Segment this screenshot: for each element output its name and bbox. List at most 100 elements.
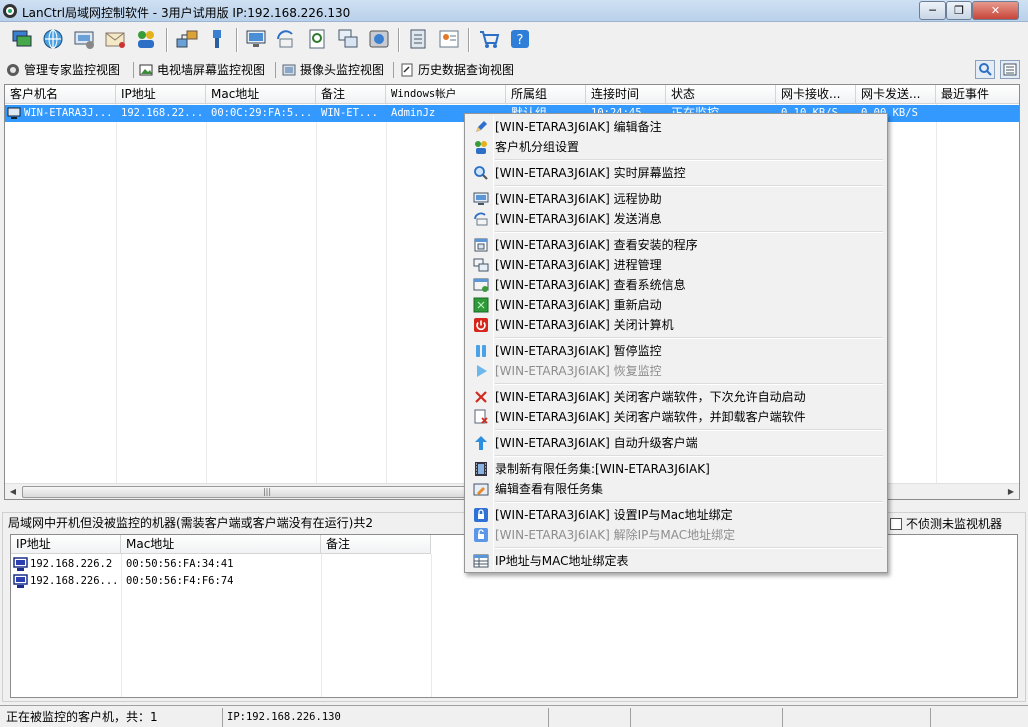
window-title: LanCtrl局域网控制软件 - 3用户试用版 IP:192.168.226.1… xyxy=(22,6,351,20)
monitor-icon[interactable] xyxy=(244,27,268,51)
tab-history-view[interactable]: 历史数据查询视图 xyxy=(398,60,514,80)
close-x-icon xyxy=(475,391,487,403)
table-icon xyxy=(473,554,489,568)
menu-item-live-screen[interactable]: [WIN-ETARA3J6IAK] 实时屏幕监控 xyxy=(467,163,885,183)
menu-item-group-settings[interactable]: 客户机分组设置 xyxy=(467,137,885,157)
user-card-icon[interactable] xyxy=(437,27,461,51)
search-button[interactable] xyxy=(975,60,995,79)
column-header[interactable]: 网卡发送... xyxy=(856,85,936,104)
column-header[interactable]: Windows帐户 xyxy=(386,85,506,104)
tab-tv-wall-view[interactable]: 电视墙屏幕监控视图 xyxy=(137,60,265,80)
menu-item-binding-table[interactable]: IP地址与MAC地址绑定表 xyxy=(467,551,885,571)
magnifier-icon xyxy=(474,166,488,180)
no-detect-checkbox[interactable]: 不侦测未监视机器 xyxy=(890,515,1003,532)
checkbox-icon[interactable] xyxy=(890,518,902,530)
tab-expert-view[interactable]: 管理专家监控视图 xyxy=(4,60,120,80)
app-logo-icon xyxy=(3,4,17,18)
server-list-icon[interactable] xyxy=(406,27,430,51)
list-item[interactable]: 192.168.226... 00:50:56:F4:F6:74 xyxy=(11,573,1017,590)
computers-icon[interactable] xyxy=(10,27,34,51)
column-header[interactable]: 连接时间 xyxy=(586,85,666,104)
power-icon xyxy=(474,318,488,332)
tab-label: 电视墙屏幕监控视图 xyxy=(157,63,266,77)
tab-label: 摄像头监控视图 xyxy=(300,63,385,77)
tab-label: 管理专家监控视图 xyxy=(24,63,121,77)
group-title: 局域网中开机但没被监控的机器(需装客户端或客户端没有在运行)共2 xyxy=(6,514,376,531)
system-info-icon xyxy=(473,278,489,292)
minimize-button[interactable]: ─ xyxy=(919,1,946,20)
help-icon[interactable]: ? xyxy=(508,27,532,51)
menu-item-send-message[interactable]: [WIN-ETARA3J6IAK] 发送消息 xyxy=(467,209,885,229)
menu-item-edit-tasks[interactable]: 编辑查看有限任务集 xyxy=(467,479,885,499)
menu-item-edit-note[interactable]: [WIN-ETARA3J6IAK] 编辑备注 xyxy=(467,117,885,137)
scroll-thumb[interactable]: ||| xyxy=(22,486,512,498)
menu-item-remote-assist[interactable]: [WIN-ETARA3J6IAK] 远程协助 xyxy=(467,189,885,209)
upgrade-icon xyxy=(475,436,487,450)
group-icon xyxy=(475,141,487,154)
remote-computer-icon[interactable] xyxy=(72,27,96,51)
disk-icon[interactable] xyxy=(367,27,391,51)
programs-icon xyxy=(474,238,488,252)
menu-item-shutdown[interactable]: [WIN-ETARA3J6IAK] 关闭计算机 xyxy=(467,315,885,335)
unlock-icon xyxy=(474,528,488,542)
menu-item-upgrade-client[interactable]: [WIN-ETARA3J6IAK] 自动升级客户端 xyxy=(467,433,885,453)
lock-icon xyxy=(474,508,488,522)
scroll-left-icon[interactable]: ◀ xyxy=(5,484,21,499)
column-header[interactable]: IP地址 xyxy=(116,85,206,104)
menu-item-pause-monitor[interactable]: [WIN-ETARA3J6IAK] 暂停监控 xyxy=(467,341,885,361)
mail-icon[interactable] xyxy=(103,27,127,51)
network-icon[interactable] xyxy=(175,27,199,51)
close-button[interactable]: ✕ xyxy=(972,1,1019,20)
mac-cell: 00:50:56:FA:34:41 xyxy=(126,558,234,570)
windows-icon[interactable] xyxy=(336,27,360,51)
monitored-count: 正在被监控的客户机，共：1 xyxy=(6,710,158,724)
status-pane xyxy=(548,708,628,727)
menu-item-close-client[interactable]: [WIN-ETARA3J6IAK] 关闭客户端软件，下次允许自动启动 xyxy=(467,387,885,407)
pencil-icon xyxy=(476,121,487,132)
menu-item-process-manager[interactable]: [WIN-ETARA3J6IAK] 进程管理 xyxy=(467,255,885,275)
maximize-button[interactable]: ❐ xyxy=(946,1,972,20)
column-header[interactable]: 最近事件 xyxy=(936,85,1019,104)
scroll-right-icon[interactable]: ▶ xyxy=(1003,484,1019,499)
menu-item-record-task[interactable]: 录制新有限任务集:[WIN-ETARA3J6IAK] xyxy=(467,459,885,479)
group-users-icon[interactable] xyxy=(134,27,158,51)
column-header[interactable]: 备注 xyxy=(321,535,431,554)
note-cell: WIN-ET... xyxy=(321,107,378,119)
column-header[interactable]: 备注 xyxy=(316,85,386,104)
menu-item-installed-programs[interactable]: [WIN-ETARA3J6IAK] 查看安装的程序 xyxy=(467,235,885,255)
document-search-icon[interactable] xyxy=(305,27,329,51)
menu-item-uninstall-client[interactable]: [WIN-ETARA3J6IAK] 关闭客户端软件，并卸载客户端软件 xyxy=(467,407,885,427)
globe-icon[interactable] xyxy=(41,27,65,51)
column-header[interactable]: 状态 xyxy=(666,85,776,104)
column-header[interactable]: 客户机名 xyxy=(5,85,116,104)
menu-item-restart[interactable]: [WIN-ETARA3J6IAK] 重新启动 xyxy=(467,295,885,315)
play-icon xyxy=(477,365,487,377)
column-header[interactable]: Mac地址 xyxy=(206,85,316,104)
usb-icon[interactable] xyxy=(205,27,229,51)
expert-icon xyxy=(7,64,19,76)
event-cell xyxy=(938,105,1018,122)
menu-item-unbind-ip-mac: [WIN-ETARA3J6IAK] 解除IP与MAC地址绑定 xyxy=(467,525,885,545)
history-icon xyxy=(401,63,413,77)
computer-icon xyxy=(13,574,28,588)
status-ip: IP:192.168.226.130 xyxy=(222,708,546,727)
tab-label: 历史数据查询视图 xyxy=(418,63,515,77)
tv-wall-icon xyxy=(139,64,153,76)
menu-item-system-info[interactable]: [WIN-ETARA3J6IAK] 查看系统信息 xyxy=(467,275,885,295)
message-icon xyxy=(474,212,488,226)
menu-item-bind-ip-mac[interactable]: [WIN-ETARA3J6IAK] 设置IP与Mac地址绑定 xyxy=(467,505,885,525)
cart-icon[interactable] xyxy=(477,27,501,51)
column-header[interactable]: Mac地址 xyxy=(121,535,321,554)
column-header[interactable]: 网卡接收... xyxy=(776,85,856,104)
column-header[interactable]: IP地址 xyxy=(11,535,121,554)
tab-camera-view[interactable]: 摄像头监控视图 xyxy=(280,60,384,80)
process-icon xyxy=(473,258,489,272)
svg-text:?: ? xyxy=(517,33,524,48)
mac-cell: 00:50:56:F4:F6:74 xyxy=(126,575,234,587)
list-view-button[interactable] xyxy=(1000,60,1020,79)
column-header[interactable]: 所属组 xyxy=(506,85,586,104)
mac-cell: 00:0C:29:FA:5... xyxy=(211,107,313,119)
send-message-icon[interactable] xyxy=(274,27,298,51)
client-name-cell: WIN-ETARA3J... xyxy=(24,107,113,119)
toolbar: ? xyxy=(0,22,1028,58)
